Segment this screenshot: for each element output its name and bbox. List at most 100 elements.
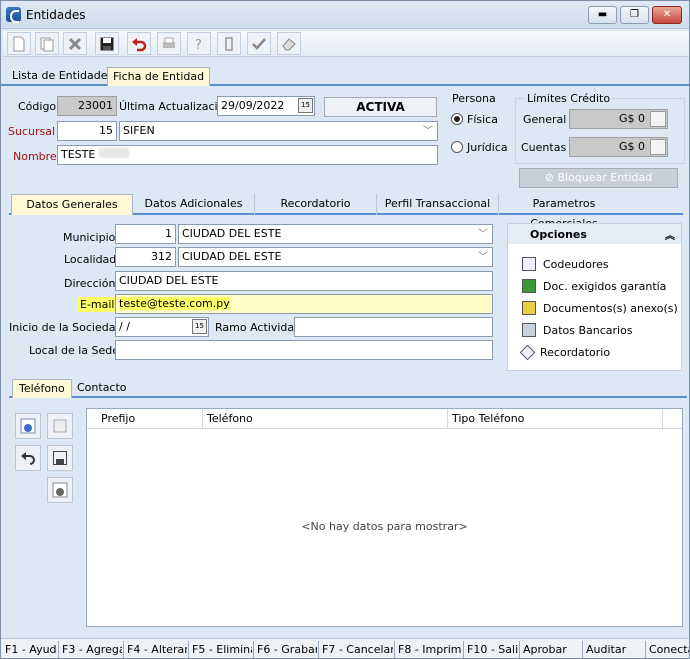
opciones-header[interactable]: Opciones ︽	[508, 224, 681, 244]
aprobar-button[interactable]: Aprobar	[523, 643, 581, 656]
redacted-mark	[99, 148, 130, 158]
maximize-button[interactable]: ❐	[620, 6, 649, 24]
radio-juridica[interactable]	[451, 141, 463, 153]
delete-icon	[68, 37, 82, 50]
print-button[interactable]	[157, 32, 181, 55]
tab-telefono[interactable]: Teléfono	[12, 379, 72, 398]
municipio-label: Municipio	[63, 231, 116, 244]
nombre-field[interactable]: TESTE	[57, 145, 438, 165]
tab-ficha-entidad[interactable]: Ficha de Entidad	[107, 67, 211, 86]
save-telefono-button[interactable]	[47, 445, 73, 471]
opcion-documentos-anexos[interactable]: Documentos(s) anexo(s)	[522, 299, 678, 317]
email-field[interactable]: teste@teste.com.py	[115, 294, 493, 314]
sucursal-code-field[interactable]: 15	[57, 121, 117, 141]
opcion-recordatorio[interactable]: Recordatorio	[519, 343, 611, 361]
municipio-code-field[interactable]: 1	[115, 224, 176, 244]
opcion-label: Datos Bancarios	[543, 323, 633, 337]
localidad-value: CIUDAD DEL ESTE	[182, 250, 282, 263]
telefono-actions	[11, 408, 77, 628]
help-button[interactable]: ?	[187, 32, 211, 55]
undo-button[interactable]	[127, 32, 151, 55]
f1-ayuda[interactable]: F1 - Ayuda	[5, 643, 57, 656]
ramo-actividad-field[interactable]	[294, 317, 493, 337]
column-tipo-telefono[interactable]: Tipo Teléfono	[452, 412, 524, 425]
f7-cancelar[interactable]: F7 - Cancelar	[322, 643, 393, 656]
close-button[interactable]: ✕	[652, 6, 682, 24]
opcion-datos-bancarios[interactable]: Datos Bancarios	[522, 321, 633, 339]
save-button[interactable]	[95, 32, 119, 55]
info-icon	[225, 36, 233, 51]
check-button[interactable]	[247, 32, 271, 55]
inicio-sociedad-value: / /	[119, 320, 130, 333]
ultima-actualizacion-field[interactable]: 29/09/2022 15	[217, 96, 315, 116]
local-sede-field[interactable]	[115, 340, 493, 360]
undo-telefono-button[interactable]	[15, 445, 41, 471]
edit-icon[interactable]	[650, 111, 666, 127]
column-prefijo[interactable]: Prefijo	[101, 412, 135, 425]
tab-parametros-comerciales[interactable]: Parametros Comerciales	[499, 194, 629, 230]
minimize-button[interactable]: ▬	[588, 6, 617, 24]
tab-lista-entidades[interactable]: Lista de Entidades	[7, 67, 118, 86]
f10-salir[interactable]: F10 - Salir	[467, 643, 518, 656]
general-field[interactable]: G$ 0	[569, 109, 668, 129]
bloquear-entidad-button[interactable]: ⊘ Bloquear Entidad	[519, 168, 678, 188]
column-telefono[interactable]: Teléfono	[207, 412, 253, 425]
localidad-code-field[interactable]: 312	[115, 247, 176, 267]
radio-fisica[interactable]	[451, 113, 463, 125]
opcion-label: Doc. exigidos garantía	[543, 279, 667, 293]
opcion-codeudores[interactable]: Codeudores	[522, 255, 609, 273]
email-label: E-mail	[77, 297, 118, 312]
nombre-label: Nombre	[13, 150, 57, 163]
title-bar: Entidades ▬ ❐ ✕	[1, 1, 689, 29]
f8-imprimir[interactable]: F8 - Imprimir	[398, 643, 462, 656]
opciones-title: Opciones	[530, 228, 587, 241]
add-telefono-button[interactable]	[15, 413, 41, 439]
copy-button[interactable]	[35, 32, 59, 55]
collapse-icon[interactable]: ︽	[665, 227, 675, 242]
edit-icon[interactable]	[650, 139, 666, 155]
auditar-button[interactable]: Auditar	[586, 643, 644, 656]
conectar-button[interactable]: Conectar	[649, 643, 689, 656]
edit-telefono-button[interactable]	[47, 413, 73, 439]
window-title: Entidades	[26, 8, 86, 22]
info-button[interactable]	[217, 32, 241, 55]
localidad-select[interactable]: CIUDAD DEL ESTE ﹀	[178, 247, 493, 267]
telefono-tabs: Teléfono Contacto	[9, 378, 687, 398]
cuentas-field[interactable]: G$ 0	[569, 137, 668, 157]
opcion-label: Recordatorio	[540, 345, 611, 359]
inicio-sociedad-label: Inicio de la Sociedad	[9, 321, 123, 334]
remove-icon	[52, 482, 68, 498]
tab-datos-adicionales[interactable]: Datos Adicionales	[133, 194, 255, 215]
ultima-actualizacion-value: 29/09/2022	[221, 99, 285, 112]
persona-label: Persona	[452, 92, 496, 105]
function-key-bar: F1 - Ayuda F3 - Agregar F4 - Alterar F5 …	[1, 638, 689, 658]
direccion-field[interactable]: CIUDAD DEL ESTE	[115, 271, 493, 291]
remove-telefono-button[interactable]	[47, 477, 73, 503]
f4-alterar[interactable]: F4 - Alterar	[127, 643, 187, 656]
status-divider	[645, 641, 646, 658]
f6-grabar[interactable]: F6 - Grabar	[257, 643, 317, 656]
chevron-down-icon: ﹀	[478, 229, 488, 240]
undo-icon	[132, 37, 147, 51]
sucursal-select[interactable]: SIFEN ﹀	[119, 121, 438, 141]
main-tabs: Lista de Entidades Ficha de Entidad	[1, 65, 689, 86]
documentos-icon	[522, 301, 536, 315]
ultima-actualizacion-label: Última Actualización	[119, 100, 232, 113]
inicio-sociedad-field[interactable]: / / 15	[115, 317, 209, 337]
municipio-select[interactable]: CIUDAD DEL ESTE ﹀	[178, 224, 493, 244]
opcion-doc-garantia[interactable]: Doc. exigidos garantía	[522, 277, 666, 295]
tab-perfil-transaccional[interactable]: Perfil Transaccional	[377, 194, 499, 215]
delete-button[interactable]	[63, 32, 87, 55]
f3-agregar[interactable]: F3 - Agregar	[62, 643, 122, 656]
tab-recordatorio[interactable]: Recordatorio	[255, 194, 377, 215]
calendar-icon[interactable]: 15	[192, 319, 207, 334]
column-divider	[202, 409, 203, 428]
tab-datos-generales[interactable]: Datos Generales	[11, 194, 133, 215]
f5-eliminar[interactable]: F5 - Eliminar	[192, 643, 252, 656]
eraser-button[interactable]	[277, 32, 301, 55]
save-icon	[100, 37, 114, 50]
tab-contacto[interactable]: Contacto	[71, 379, 133, 398]
new-button[interactable]	[7, 32, 31, 55]
codigo-field[interactable]: 23001	[57, 96, 117, 116]
calendar-icon[interactable]: 15	[298, 98, 313, 113]
